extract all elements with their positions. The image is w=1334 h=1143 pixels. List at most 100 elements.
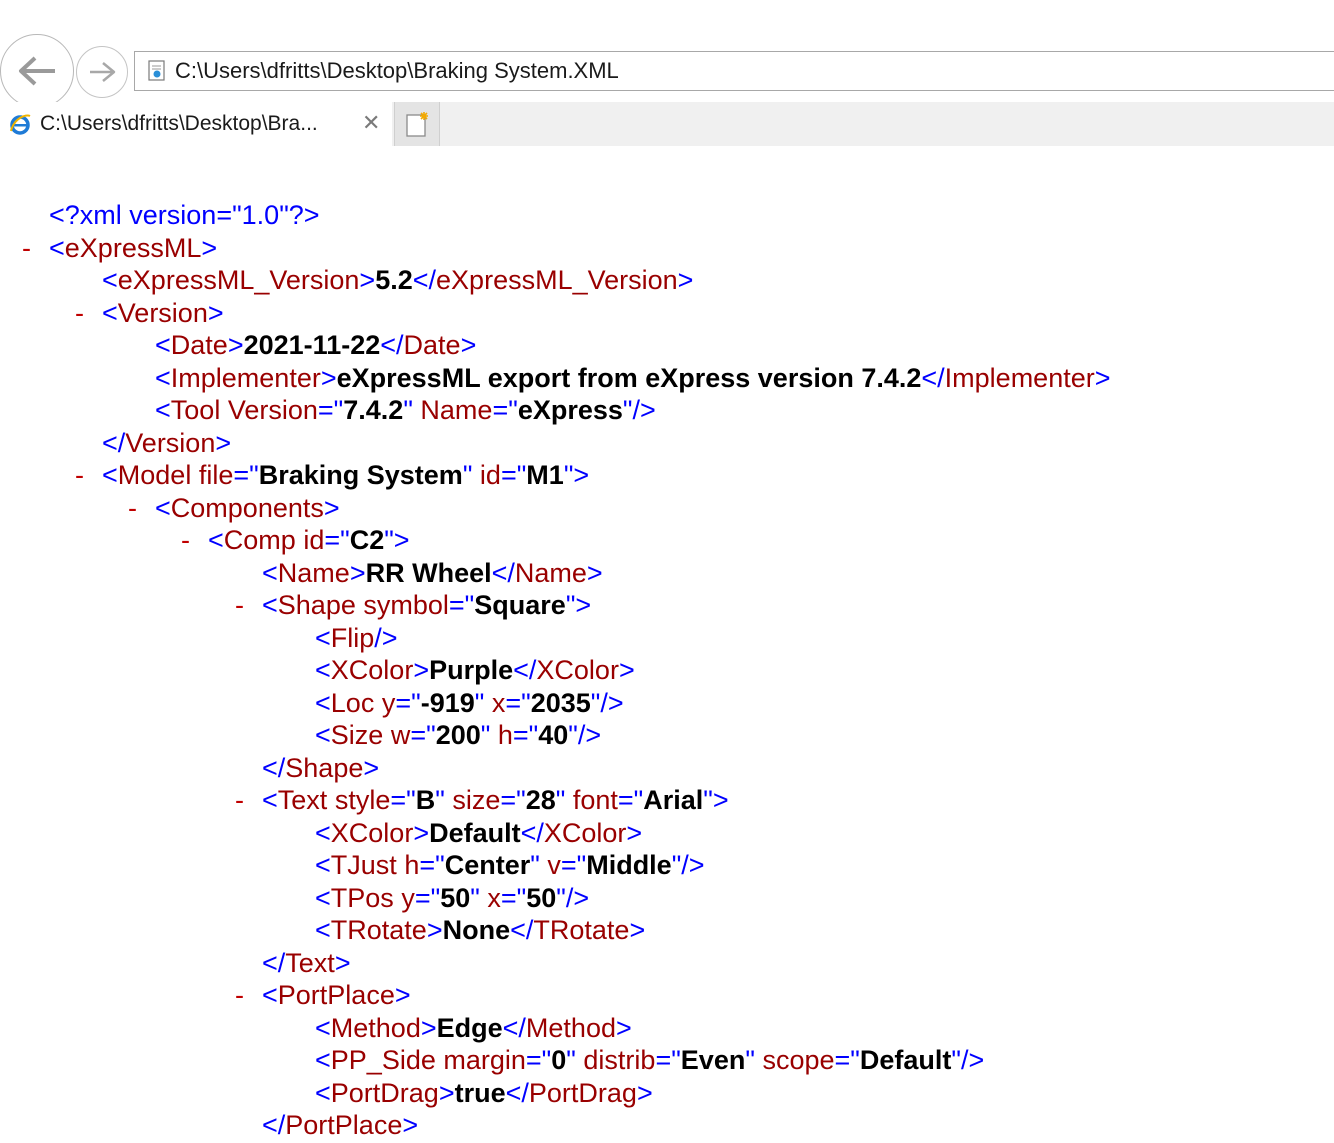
xml-delimiter: " [435,785,445,815]
xml-delimiter: =" [492,395,518,425]
xml-delimiter: < [262,785,278,815]
xml-name: v [547,850,561,880]
xml-delimiter: =" [390,785,416,815]
arrow-right-icon [90,62,116,82]
xml-delimiter: > [363,752,380,783]
new-tab-button[interactable] [394,102,440,146]
xml-delimiter: > [227,330,244,360]
xml-delimiter: < [315,915,331,945]
xml-delimiter: > [402,1110,419,1140]
xml-delimiter: < [315,817,331,848]
xml-delimiter: " [403,395,413,425]
xml-name: Tool [170,395,221,425]
xml-name: Version [125,427,216,458]
xml-element-tpos: <TPos y="50" x="50"/> [0,882,1334,915]
xml-line-content: <Tool Version="7.4.2" Name="eXpress"/> [155,394,656,427]
xml-delimiter: < [262,590,278,620]
xml-element-flip: <Flip/> [0,622,1334,655]
xml-value: Braking System [258,460,463,490]
xml-name: Date [403,330,461,360]
xml-name: style [334,785,391,815]
xml-value: None [442,915,511,945]
xml-delimiter: > [323,492,340,523]
xml-element-size: <Size w="200" h="40"/> [0,719,1334,752]
xml-element-date: <Date>2021-11-22</Date> [0,329,1334,362]
forward-button[interactable] [76,46,128,98]
xml-delimiter: < [262,557,278,588]
xml-delimiter: > [413,817,430,848]
collapse-toggle[interactable]: - [235,784,244,817]
xml-line-content: <PP_Side margin="0" distrib="Even" scope… [315,1044,984,1077]
tab-active[interactable]: C:\Users\dfritts\Desktop\Bra... ✕ [0,102,392,146]
close-tab-icon[interactable]: ✕ [362,113,380,135]
xml-declaration: <?xml version="1.0"?> [0,199,1334,232]
xml-delimiter: =" [560,850,587,880]
xml-delimiter: =" [414,882,441,913]
xml-line-content: <XColor>Default</XColor> [315,817,642,850]
xml-element-portplace-close: </PortPlace> [0,1109,1334,1142]
xml-delimiter: " [745,1045,755,1075]
xml-delimiter: < [315,1045,331,1075]
xml-delimiter: < [208,525,224,555]
xml-line-content: <PortPlace> [262,979,411,1012]
address-text[interactable]: C:\Users\dfritts\Desktop\Braking System.… [175,58,619,84]
xml-element-portdrag: <PortDrag>true</PortDrag> [0,1077,1334,1110]
xml-line-content: <eXpressML_Version>5.2</eXpressML_Versio… [102,264,693,297]
xml-name: Size [330,720,384,750]
xml-line-content: </Text> [262,947,351,980]
collapse-toggle[interactable]: - [235,589,244,622]
xml-delimiter: > [420,1012,437,1043]
xml-delimiter: < [102,297,118,328]
xml-value: true [454,1077,506,1108]
xml-element-loc: <Loc y="-919" x="2035"/> [0,687,1334,720]
xml-delimiter: > [636,1077,653,1108]
xml-value: 5.2 [375,265,413,295]
xml-delimiter: =" [324,525,350,555]
xml-name: scope [762,1045,835,1075]
xml-delimiter: =" [834,1045,860,1075]
xml-name: PortDrag [528,1077,637,1108]
xml-delimiter: "/> [556,882,590,913]
xml-line-content: <Comp id="C2"> [208,524,410,557]
xml-element-model-open: - <Model file="Braking System" id="M1"> [0,459,1334,492]
xml-name: y [401,882,415,913]
xml-element-pp-side: <PP_Side margin="0" distrib="Even" scope… [0,1044,1334,1077]
xml-delimiter: " [566,1045,576,1075]
xml-delimiter: </ [502,1012,526,1043]
xml-value: 2021-11-22 [243,330,381,360]
xml-delimiter: </ [505,1077,529,1108]
xml-name: Method [525,1012,616,1043]
xml-delimiter: < [315,1077,331,1108]
xml-name: y [381,687,396,718]
xml-delimiter: =" [233,460,259,490]
xml-delimiter: < [315,850,331,880]
xml-element-tjust: <TJust h="Center" v="Middle"/> [0,849,1334,882]
xml-name: h [497,720,513,750]
xml-name: x [491,687,506,718]
xml-line-content: <eXpressML> [49,232,217,265]
xml-line-content: </Version> [102,427,231,460]
xml-page-icon [148,60,165,81]
xml-delimiter: > [334,947,351,978]
xml-delimiter: > [586,557,603,588]
xml-delimiter: "> [384,525,410,555]
xml-element-xcolor: <XColor>Default</XColor> [0,817,1334,850]
xml-value: Middle [586,850,672,880]
tab-bar: C:\Users\dfritts\Desktop\Bra... ✕ [0,102,1334,146]
xml-name: eXpressML_Version [117,265,360,295]
xml-delimiter: > [201,232,218,263]
collapse-toggle[interactable]: - [181,524,190,557]
collapse-toggle[interactable]: - [22,232,31,265]
collapse-toggle[interactable]: - [235,979,244,1012]
collapse-toggle[interactable]: - [75,459,84,492]
back-button[interactable] [0,34,74,108]
address-bar[interactable]: C:\Users\dfritts\Desktop\Braking System.… [134,51,1334,91]
xml-delimiter: </ [520,817,544,848]
collapse-toggle[interactable]: - [75,297,84,330]
xml-delimiter: < [155,492,171,523]
xml-name: eXpressML_Version [436,265,678,295]
xml-delimiter: =" [317,395,344,425]
xml-delimiter: < [49,232,65,263]
xml-value: 0 [551,1045,567,1075]
collapse-toggle[interactable]: - [128,492,137,525]
